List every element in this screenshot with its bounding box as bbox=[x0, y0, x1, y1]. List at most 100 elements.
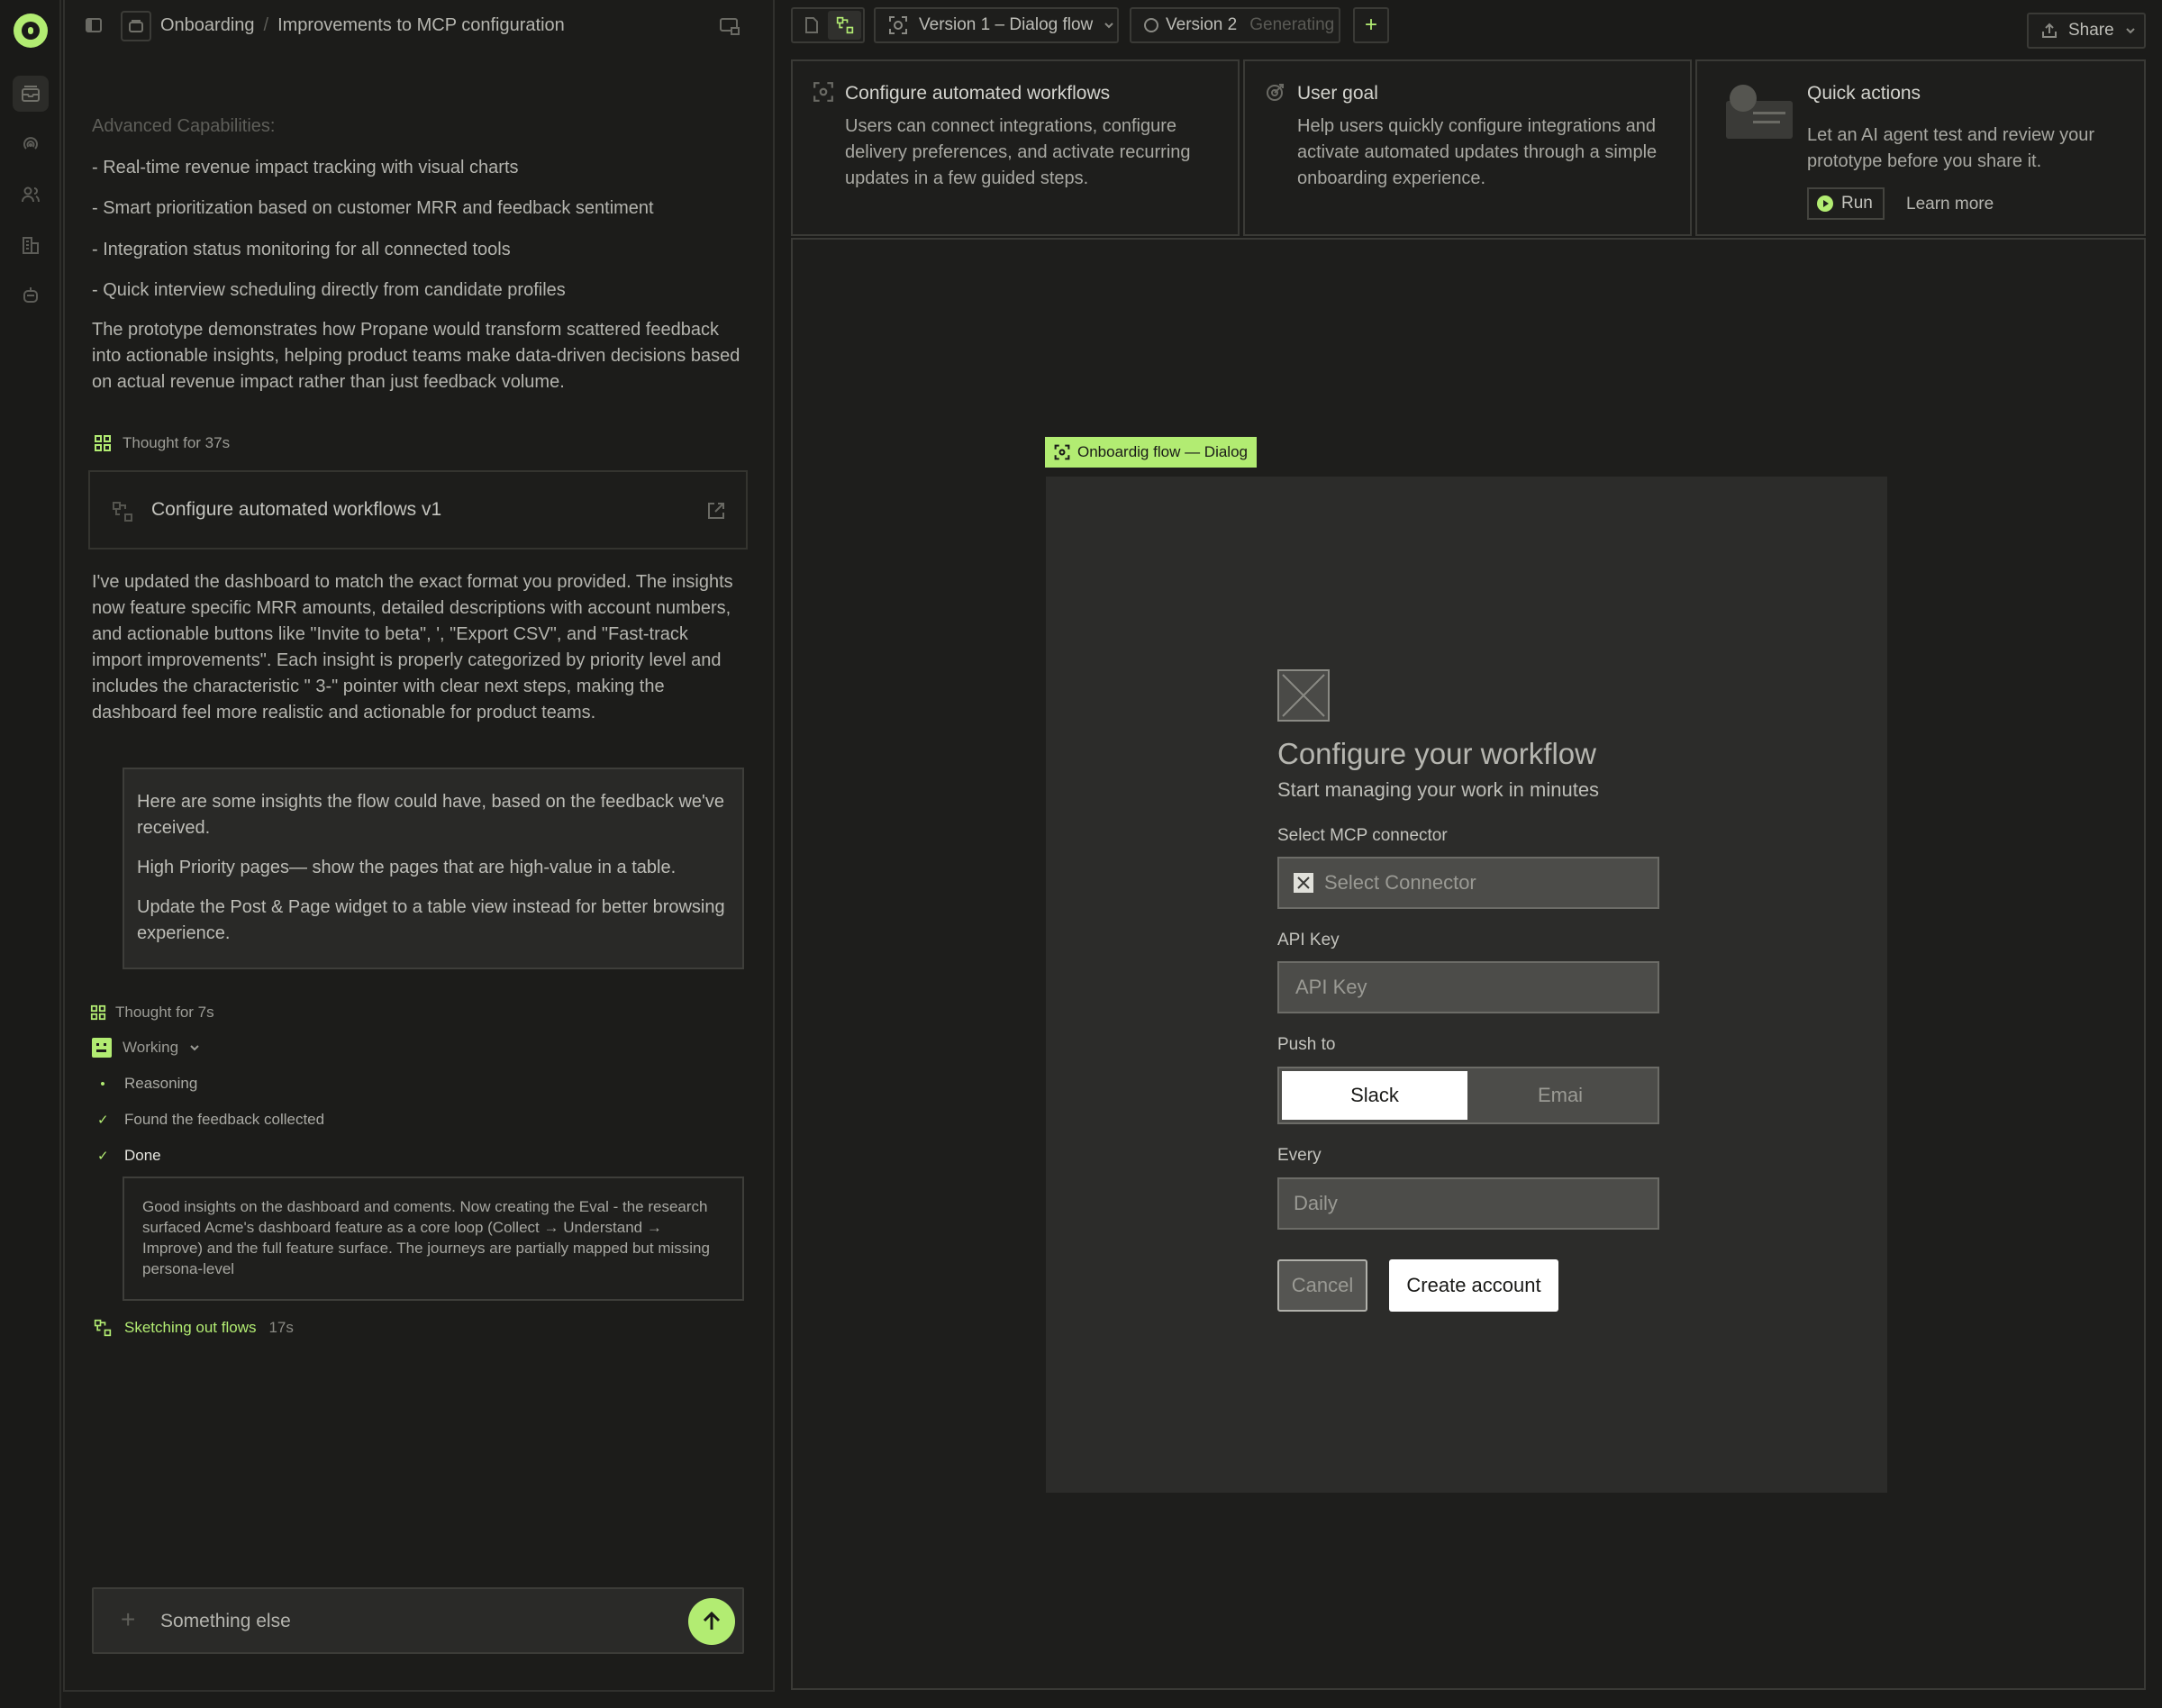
connector-label: Select MCP connector bbox=[1277, 826, 1448, 845]
frame-tag[interactable]: Onboardig flow — Dialog bbox=[1045, 437, 1257, 468]
card-description: Users can connect integrations, configur… bbox=[845, 116, 1191, 188]
version2-tab[interactable]: Version 2 Generating bbox=[1130, 7, 1340, 43]
working-toggle[interactable]: Working bbox=[92, 1038, 200, 1058]
document-icon[interactable] bbox=[795, 11, 828, 40]
quick-actions-card: Quick actions Let an AI agent test and r… bbox=[1695, 59, 2146, 236]
placeholder-image-icon bbox=[1277, 669, 1330, 722]
chat-input-placeholder: Something else bbox=[160, 1611, 291, 1631]
breadcrumb: Onboarding / Improvements to MCP configu… bbox=[160, 15, 565, 36]
card-description: Let an AI agent test and review your pro… bbox=[1807, 125, 2095, 171]
push-option-slack[interactable]: Slack bbox=[1282, 1071, 1467, 1120]
version1-dropdown[interactable]: Version 1 – Dialog flow bbox=[874, 7, 1119, 43]
version2-label: Version 2 bbox=[1166, 15, 1238, 34]
step-label: Done bbox=[124, 1147, 161, 1164]
bot-icon[interactable] bbox=[13, 277, 49, 313]
focus-icon bbox=[813, 81, 834, 103]
focus-icon bbox=[889, 16, 907, 34]
arrow-up-icon bbox=[703, 1611, 721, 1630]
every-select[interactable]: Daily bbox=[1277, 1177, 1659, 1230]
chevron-down-icon bbox=[1104, 23, 1113, 29]
sidebar-toggle-icon[interactable] bbox=[85, 16, 103, 34]
agent-illustration-icon bbox=[1721, 85, 1793, 141]
push-option-email[interactable]: Emai bbox=[1467, 1071, 1653, 1120]
send-button[interactable] bbox=[688, 1598, 735, 1645]
screen-share-icon[interactable] bbox=[719, 16, 740, 36]
flow-icon bbox=[112, 501, 133, 522]
step-item: ✓ Found the feedback collected bbox=[97, 1111, 324, 1129]
flow-icon[interactable] bbox=[828, 11, 861, 40]
plus-icon[interactable]: + bbox=[121, 1607, 135, 1632]
signal-icon[interactable] bbox=[13, 126, 49, 162]
share-icon bbox=[2042, 23, 2057, 38]
thought-label: Thought for 37s bbox=[123, 434, 231, 451]
quote-line: Update the Post & Page widget to a table… bbox=[137, 897, 725, 943]
flow-icon bbox=[95, 435, 111, 451]
capability-item: - Integration status monitoring for all … bbox=[92, 240, 511, 259]
version2-status: Generating bbox=[1249, 15, 1335, 34]
building-icon[interactable] bbox=[13, 227, 49, 263]
capabilities-heading: Advanced Capabilities: bbox=[92, 116, 276, 136]
app-rail bbox=[0, 0, 61, 1708]
card-title: Configure automated workflows bbox=[845, 83, 1111, 104]
run-button[interactable]: Run bbox=[1807, 187, 1885, 220]
artifact-card[interactable]: Configure automated workflows v1 bbox=[88, 470, 748, 550]
card-description: Help users quickly configure integration… bbox=[1297, 116, 1658, 188]
step-item: • Reasoning bbox=[97, 1075, 197, 1093]
push-to-segmented: Slack Emai bbox=[1277, 1067, 1659, 1124]
capability-item: - Real-time revenue impact tracking with… bbox=[92, 158, 519, 177]
chat-header: Onboarding / Improvements to MCP configu… bbox=[65, 0, 773, 52]
create-account-button[interactable]: Create account bbox=[1389, 1259, 1558, 1312]
close-icon bbox=[1294, 873, 1313, 893]
check-icon: ✓ bbox=[97, 1113, 109, 1128]
view-toggle bbox=[791, 7, 865, 43]
sketching-time: 17s bbox=[268, 1319, 294, 1336]
breadcrumb-root[interactable]: Onboarding bbox=[160, 15, 255, 36]
inbox-icon[interactable] bbox=[13, 76, 49, 112]
users-icon[interactable] bbox=[13, 177, 49, 213]
sketching-label: Sketching out flows bbox=[124, 1319, 257, 1336]
version1-label: Version 1 – Dialog flow bbox=[919, 15, 1094, 34]
project-icon[interactable] bbox=[121, 11, 151, 41]
status-circle-icon bbox=[1144, 18, 1158, 32]
thought-label: Thought for 7s bbox=[115, 1004, 214, 1021]
play-icon bbox=[1817, 195, 1833, 212]
card-title: User goal bbox=[1297, 83, 1378, 104]
breadcrumb-page[interactable]: Improvements to MCP configuration bbox=[277, 15, 565, 36]
user-quote: Here are some insights the flow could ha… bbox=[123, 768, 744, 969]
target-icon bbox=[1265, 81, 1286, 103]
chat-input[interactable]: + Something else bbox=[92, 1587, 744, 1654]
learn-more-link[interactable]: Learn more bbox=[1906, 195, 1994, 214]
check-icon: ✓ bbox=[97, 1149, 109, 1164]
insight-text: Good insights on the dashboard and comen… bbox=[142, 1198, 710, 1277]
thought-indicator[interactable]: Thought for 37s bbox=[94, 434, 230, 452]
chat-panel: Onboarding / Improvements to MCP configu… bbox=[63, 0, 775, 1692]
push-to-label: Push to bbox=[1277, 1035, 1336, 1054]
card-title: Quick actions bbox=[1807, 83, 1921, 104]
every-label: Every bbox=[1277, 1146, 1322, 1165]
flow-icon bbox=[94, 1319, 112, 1337]
cancel-button[interactable]: Cancel bbox=[1277, 1259, 1367, 1312]
external-link-icon[interactable] bbox=[706, 501, 726, 521]
quote-line: High Priority pages— show the pages that… bbox=[137, 858, 677, 877]
connector-placeholder: Select Connector bbox=[1324, 871, 1476, 894]
add-version-button[interactable]: + bbox=[1353, 7, 1389, 43]
app-logo-icon[interactable] bbox=[14, 14, 48, 48]
thought-indicator[interactable]: Thought for 7s bbox=[90, 1004, 214, 1022]
capability-item: - Quick interview scheduling directly fr… bbox=[92, 280, 566, 300]
run-label: Run bbox=[1841, 194, 1873, 213]
step-item: ✓ Done bbox=[97, 1147, 161, 1165]
sketching-status[interactable]: Sketching out flows 17s bbox=[94, 1319, 294, 1337]
update-message: I've updated the dashboard to match the … bbox=[92, 572, 733, 722]
working-label: Working bbox=[123, 1039, 179, 1056]
artifact-label: Configure automated workflows v1 bbox=[151, 499, 442, 520]
frame-tag-label: Onboardig flow — Dialog bbox=[1077, 443, 1248, 460]
insight-note: Good insights on the dashboard and comen… bbox=[123, 1177, 744, 1301]
connector-select[interactable]: Select Connector bbox=[1277, 857, 1659, 909]
api-key-label: API Key bbox=[1277, 931, 1340, 949]
user-goal-card: User goal Help users quickly configure i… bbox=[1243, 59, 1692, 236]
api-key-input[interactable]: API Key bbox=[1277, 961, 1659, 1013]
summary-text: The prototype demonstrates how Propane w… bbox=[92, 320, 740, 392]
chevron-down-icon bbox=[2125, 28, 2135, 34]
share-button[interactable]: Share bbox=[2027, 13, 2146, 49]
api-key-placeholder: API Key bbox=[1295, 976, 1367, 998]
